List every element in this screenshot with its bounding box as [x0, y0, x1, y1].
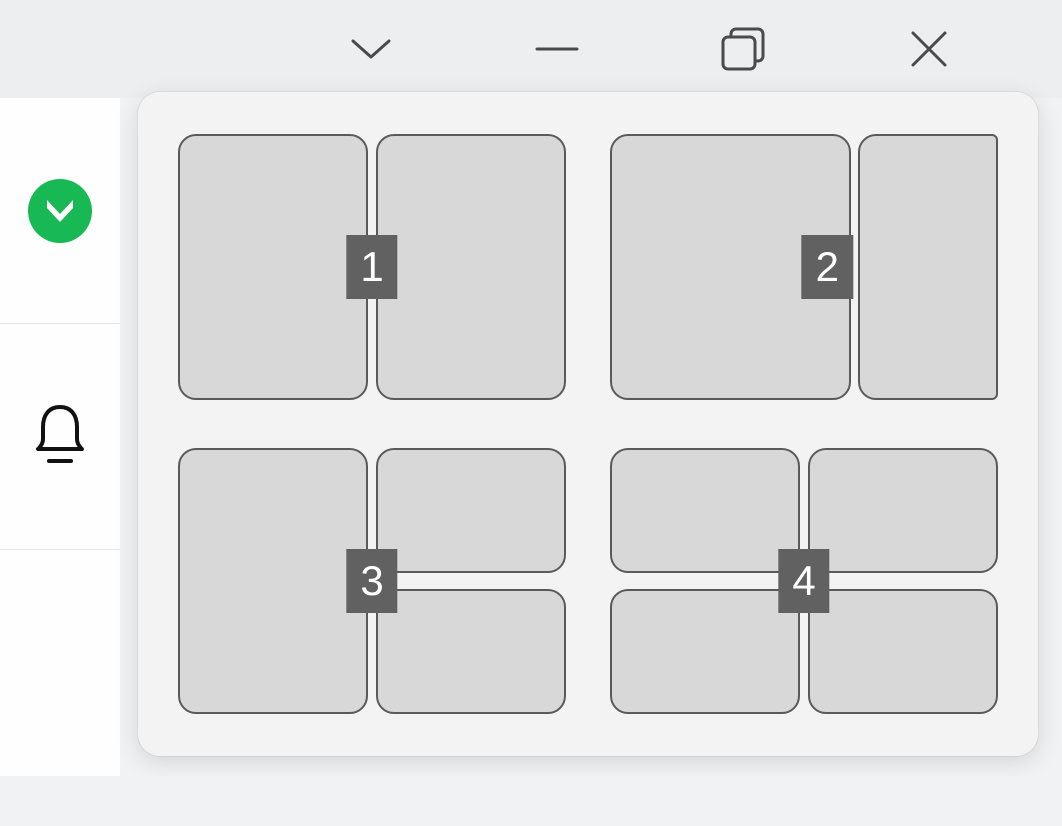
- chevron-down-button[interactable]: [278, 0, 464, 98]
- layout-label: 2: [802, 235, 853, 299]
- app-icon: [28, 179, 92, 243]
- layout-zone: [858, 134, 998, 400]
- left-sidebar: [0, 98, 120, 778]
- maximize-restore-icon: [720, 26, 766, 72]
- layout-zone: [178, 134, 368, 400]
- snap-layouts-popup: 1 2 3 4: [138, 92, 1038, 756]
- sidebar-app-item[interactable]: [0, 98, 120, 324]
- layout-zone: [610, 448, 800, 573]
- layout-zone: [808, 589, 998, 714]
- close-icon: [909, 29, 949, 69]
- layout-zone: [808, 448, 998, 573]
- layout-label: 3: [346, 549, 397, 613]
- minimize-icon: [535, 46, 579, 52]
- background-strip: [0, 776, 1062, 826]
- layout-zone: [376, 448, 566, 573]
- bell-icon: [31, 401, 89, 472]
- layout-zone: [178, 448, 368, 714]
- maximize-button[interactable]: [650, 0, 836, 98]
- layout-zone: [376, 134, 566, 400]
- close-button[interactable]: [836, 0, 1022, 98]
- layout-zone: [610, 589, 800, 714]
- snap-layout-option-1[interactable]: 1: [178, 134, 566, 400]
- snap-layout-option-2[interactable]: 2: [610, 134, 998, 400]
- title-bar: [0, 0, 1062, 98]
- minimize-button[interactable]: [464, 0, 650, 98]
- chevron-down-icon: [349, 35, 393, 63]
- snap-layout-option-3[interactable]: 3: [178, 448, 566, 714]
- snap-layout-option-4[interactable]: 4: [610, 448, 998, 714]
- layout-zone: [376, 589, 566, 714]
- layout-label: 1: [346, 235, 397, 299]
- layout-label: 4: [778, 549, 829, 613]
- sidebar-notifications-item[interactable]: [0, 324, 120, 550]
